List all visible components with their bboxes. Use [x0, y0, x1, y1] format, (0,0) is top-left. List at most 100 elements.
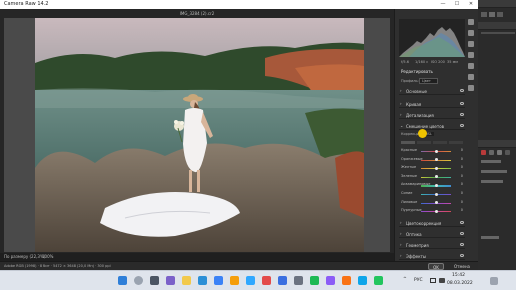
color-slider-row[interactable]: Красные 0 — [401, 148, 463, 155]
color-slider-row[interactable]: Пурпурные 0 — [401, 208, 463, 215]
color-slider-row[interactable]: Лиловые 0 — [401, 200, 463, 207]
slider-knob[interactable] — [434, 209, 438, 213]
heal-tool-icon[interactable] — [468, 41, 474, 47]
zoom-fit-select[interactable]: По размеру (22,3%) — [4, 254, 45, 259]
slider-knob[interactable] — [434, 149, 438, 153]
section-geometry[interactable]: › Геометрия — [399, 241, 465, 249]
section-color-grading[interactable]: › Цветокоррекция — [399, 219, 465, 227]
visibility-icon[interactable] — [460, 243, 464, 246]
panel-tab-strip[interactable] — [478, 22, 516, 30]
app-icon[interactable] — [342, 276, 351, 285]
notification-icon[interactable] — [490, 277, 498, 285]
store-icon[interactable] — [214, 276, 223, 285]
more-tool-icon[interactable] — [468, 85, 474, 91]
close-button[interactable]: ✕ — [464, 0, 478, 9]
color-slider-row[interactable]: Синие 0 — [401, 191, 463, 198]
crop-tool-icon[interactable] — [468, 30, 474, 36]
redeye-tool-icon[interactable] — [468, 63, 474, 69]
preview-photo[interactable] — [35, 18, 364, 252]
layer-row[interactable] — [481, 170, 515, 175]
visibility-icon[interactable] — [460, 254, 464, 257]
file-explorer-icon[interactable] — [182, 276, 191, 285]
slider-value[interactable]: 0 — [461, 200, 463, 204]
slider-knob[interactable] — [434, 201, 438, 205]
section-chevron: › — [400, 101, 402, 106]
preview-canvas[interactable] — [4, 18, 390, 252]
slider-knob[interactable] — [434, 192, 438, 196]
app-icon[interactable] — [278, 276, 287, 285]
section-optics[interactable]: › Оптика — [399, 230, 465, 238]
slider-value[interactable]: 0 — [461, 165, 463, 169]
clock-date[interactable]: 08.03.2022 — [447, 281, 473, 286]
hue-tab[interactable] — [401, 141, 415, 144]
panel-tab-strip[interactable] — [478, 0, 516, 8]
layer-row[interactable] — [481, 32, 515, 37]
section-effects[interactable]: › Эффекты — [399, 252, 465, 260]
color-slider-row[interactable]: Оранжевые 0 — [401, 157, 463, 164]
color-slider-row[interactable]: Желтые 0 — [401, 165, 463, 172]
layer-row[interactable] — [481, 236, 515, 241]
slider-knob[interactable] — [434, 158, 438, 162]
slider-value[interactable]: 0 — [461, 208, 463, 212]
luminance-tab[interactable] — [433, 141, 447, 144]
search-icon[interactable] — [134, 276, 143, 285]
app-icon[interactable] — [294, 276, 303, 285]
input-language[interactable]: РУС — [414, 278, 423, 283]
section-curve[interactable]: › Кривая — [399, 100, 465, 108]
ok-button[interactable]: OK — [428, 263, 444, 270]
all-tab[interactable] — [449, 141, 463, 144]
network-icon[interactable] — [430, 278, 436, 283]
volume-icon[interactable] — [439, 278, 445, 283]
visibility-icon[interactable] — [460, 113, 464, 116]
slider-value[interactable]: 0 — [461, 191, 463, 195]
profile-select[interactable]: Цвет — [419, 78, 438, 84]
camera-raw-window: IMG_3284 (2).cr2 По размеру (22,3%) 100%… — [0, 9, 478, 270]
saturation-tab[interactable] — [417, 141, 431, 144]
slider-knob[interactable] — [434, 175, 438, 179]
layer-row[interactable] — [481, 180, 515, 185]
visibility-icon[interactable] — [460, 124, 464, 127]
slider-value[interactable]: 0 — [461, 148, 463, 152]
edge-icon[interactable] — [198, 276, 207, 285]
visibility-icon[interactable] — [460, 232, 464, 235]
edit-tool-icon[interactable] — [468, 19, 474, 25]
slider-value[interactable]: 0 — [461, 182, 463, 186]
layer-row[interactable] — [481, 160, 515, 165]
maximize-button[interactable]: ☐ — [450, 0, 464, 9]
layer-row[interactable] — [481, 150, 515, 155]
cancel-button[interactable]: Отмена — [450, 263, 474, 270]
histogram — [399, 19, 465, 57]
app-icon[interactable] — [374, 276, 383, 285]
visibility-icon[interactable] — [460, 89, 464, 92]
workflow-options-link[interactable]: Adobe RGB (1998) · 8 бит · 5472 × 3648 (… — [4, 264, 111, 268]
slider-label: Красные — [401, 148, 417, 152]
app-icon[interactable] — [310, 276, 319, 285]
start-icon[interactable] — [118, 276, 127, 285]
layer-row[interactable] — [481, 12, 515, 17]
app-icon[interactable] — [262, 276, 271, 285]
mask-tool-icon[interactable] — [468, 52, 474, 58]
color-slider-row[interactable]: Зеленые 0 — [401, 174, 463, 181]
slider-value[interactable]: 0 — [461, 174, 463, 178]
photoshop-icon[interactable] — [246, 276, 255, 285]
clock-time[interactable]: 15:42 — [452, 273, 465, 278]
section-color-mixer[interactable]: ⌄ Смешение цветов — [399, 122, 465, 130]
slider-value[interactable]: 0 — [461, 157, 463, 161]
app-icon[interactable] — [326, 276, 335, 285]
visibility-icon[interactable] — [460, 102, 464, 105]
presets-tool-icon[interactable] — [468, 74, 474, 80]
section-basic[interactable]: › Основные — [399, 87, 465, 95]
tray-overflow-icon[interactable]: ^ — [403, 277, 407, 282]
minimize-button[interactable]: — — [436, 0, 450, 9]
visibility-icon[interactable] — [460, 221, 464, 224]
zoom-percent-select[interactable]: 100% — [42, 254, 53, 259]
color-slider-row[interactable]: Аквамариновые 0 — [401, 182, 463, 189]
slider-knob[interactable] — [434, 183, 438, 187]
mail-icon[interactable] — [230, 276, 239, 285]
slider-knob[interactable] — [434, 166, 438, 170]
panel-tab-strip[interactable] — [478, 140, 516, 148]
task-view-icon[interactable] — [150, 276, 159, 285]
teams-icon[interactable] — [166, 276, 175, 285]
section-detail[interactable]: › Детализация — [399, 111, 465, 119]
app-icon[interactable] — [358, 276, 367, 285]
